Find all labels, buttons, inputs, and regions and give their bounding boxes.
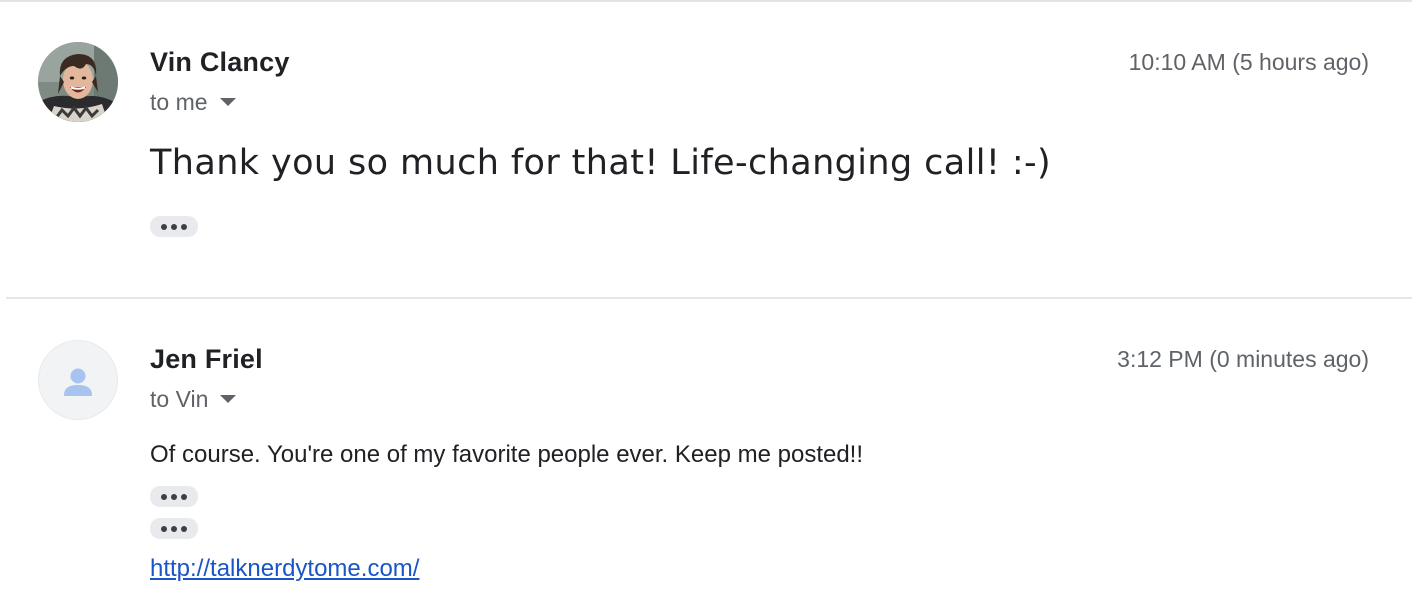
more-horiz-icon	[161, 224, 167, 230]
sender-avatar[interactable]	[38, 42, 118, 122]
caret-down-icon[interactable]	[220, 394, 237, 403]
signature-link[interactable]: http://talknerdytome.com/	[150, 555, 419, 583]
message-body: Thank you so much for that! Life-changin…	[150, 143, 1052, 183]
recipient-toggle[interactable]: to me	[150, 89, 236, 116]
message-timestamp: 10:10 AM (5 hours ago)	[1128, 49, 1369, 75]
sender-name[interactable]: Vin Clancy	[150, 47, 290, 78]
show-trimmed-content-button[interactable]	[150, 216, 198, 237]
more-horiz-icon	[161, 526, 167, 532]
message-jen-friel: Jen Friel to Vin 3:12 PM (0 minutes ago)…	[0, 299, 1412, 598]
recipient-label: to me	[150, 89, 208, 115]
more-horiz-icon	[161, 494, 167, 500]
person-placeholder-icon	[64, 368, 92, 396]
avatar-photo	[38, 42, 118, 122]
show-trimmed-content-button[interactable]	[150, 518, 198, 539]
caret-down-icon[interactable]	[219, 97, 236, 106]
show-trimmed-content-button[interactable]	[150, 486, 198, 507]
sender-avatar[interactable]	[38, 340, 118, 420]
recipient-label: to Vin	[150, 386, 209, 412]
message-vin-clancy: Vin Clancy to me 10:10 AM (5 hours ago) …	[0, 0, 1412, 298]
sender-name[interactable]: Jen Friel	[150, 344, 263, 375]
message-body: Of course. You're one of my favorite peo…	[150, 441, 864, 468]
recipient-toggle[interactable]: to Vin	[150, 386, 237, 413]
message-timestamp: 3:12 PM (0 minutes ago)	[1117, 346, 1369, 372]
